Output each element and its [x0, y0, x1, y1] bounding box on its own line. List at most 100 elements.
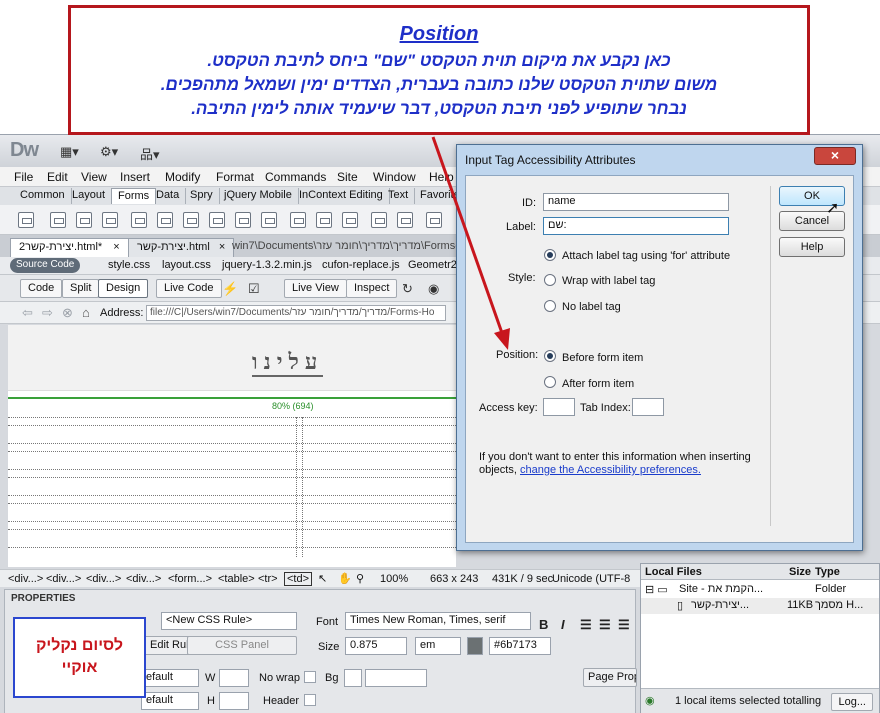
split-view-button[interactable]: Split	[62, 279, 100, 298]
related-file-style-css[interactable]: style.css	[108, 259, 150, 271]
tag-selector[interactable]: <form...>	[168, 573, 212, 585]
form-icon[interactable]	[18, 212, 34, 228]
tab-index-input[interactable]	[632, 398, 664, 416]
accessibility-preferences-link[interactable]: change the Accessibility preferences.	[520, 464, 701, 476]
menu-modify[interactable]: Modify	[165, 170, 200, 184]
globe-icon[interactable]: ◉	[428, 281, 439, 297]
forward-icon[interactable]: ⇨	[42, 305, 53, 321]
style-radio-none[interactable]	[544, 300, 556, 312]
tag-selector[interactable]: <div...>	[46, 573, 81, 585]
refresh-icon[interactable]: ↻	[402, 281, 413, 297]
style-radio-attach[interactable]	[544, 249, 556, 261]
list-item[interactable]: ▯ יצירת-קשר... 11KB מסמך H...	[641, 598, 879, 614]
tag-selector[interactable]: <div...>	[8, 573, 43, 585]
hand-icon[interactable]: ✋	[338, 572, 352, 585]
radio-icon[interactable]	[183, 212, 199, 228]
button-icon[interactable]	[342, 212, 358, 228]
align-left-icon[interactable]: ☰	[580, 617, 592, 633]
col-local-files[interactable]: Local Files	[645, 566, 702, 578]
live-view-button[interactable]: Live View	[284, 279, 347, 298]
fieldset-icon[interactable]	[397, 212, 413, 228]
gear-icon[interactable]: ⚙▾	[100, 144, 118, 160]
style-radio-wrap[interactable]	[544, 274, 556, 286]
live-code-button[interactable]: Live Code	[156, 279, 222, 298]
horz-select[interactable]: efault	[141, 669, 199, 687]
insert-tab-spry[interactable]: Spry	[184, 188, 220, 204]
label-input[interactable]: שם:	[543, 217, 729, 235]
col-size[interactable]: Size	[789, 566, 811, 578]
menu-insert[interactable]: Insert	[120, 170, 150, 184]
italic-button[interactable]: I	[561, 617, 565, 632]
position-radio-before[interactable]	[544, 350, 556, 362]
menu-window[interactable]: Window	[373, 170, 416, 184]
image-field-icon[interactable]	[290, 212, 306, 228]
vert-select[interactable]: efault	[141, 692, 199, 710]
insert-tab-text[interactable]: Text	[382, 188, 416, 204]
list-item[interactable]: ⊟ ▭ Site - הקמת את... Folder	[641, 582, 879, 598]
select-icon[interactable]	[235, 212, 251, 228]
textarea-icon[interactable]	[102, 212, 118, 228]
source-code-button[interactable]: Source Code	[10, 258, 81, 273]
close-icon[interactable]: ×	[113, 241, 119, 253]
home-icon[interactable]: ⌂	[82, 305, 90, 320]
id-input[interactable]: name	[543, 193, 729, 211]
close-icon[interactable]: ×	[219, 241, 225, 253]
access-key-input[interactable]	[543, 398, 575, 416]
height-input[interactable]	[219, 692, 249, 710]
insert-tab-data[interactable]: Data	[150, 188, 187, 204]
zoom-select[interactable]: 100%	[380, 573, 408, 585]
unit-select[interactable]: em	[415, 637, 461, 655]
bold-button[interactable]: B	[539, 617, 548, 632]
checkbox-group-icon[interactable]	[157, 212, 173, 228]
tag-selector[interactable]: <div...>	[86, 573, 121, 585]
hidden-field-icon[interactable]	[76, 212, 92, 228]
menu-view[interactable]: View	[81, 170, 107, 184]
site-icon[interactable]: 品▾	[140, 144, 160, 163]
insert-tab-incontext-editing[interactable]: InContext Editing	[293, 188, 390, 204]
design-view[interactable]: עלינו 80% (694)	[0, 325, 456, 567]
help-button[interactable]: Help	[779, 237, 845, 257]
color-swatch[interactable]	[467, 637, 483, 655]
browser-compat-icon[interactable]: ⚡	[222, 281, 238, 297]
menu-file[interactable]: File	[14, 170, 33, 184]
css-rule-select[interactable]: <New CSS Rule>	[161, 612, 297, 630]
design-view-button[interactable]: Design	[98, 279, 149, 298]
related-file-jquery[interactable]: jquery-1.3.2.min.js	[222, 259, 312, 271]
menu-commands[interactable]: Commands	[265, 170, 326, 184]
checkbox-icon[interactable]	[131, 212, 147, 228]
code-view-button[interactable]: Code	[20, 279, 63, 298]
bg-color-input[interactable]	[365, 669, 427, 687]
menu-format[interactable]: Format	[216, 170, 254, 184]
layout-icon[interactable]: ▦▾	[60, 144, 79, 160]
insert-tab-jquery-mobile[interactable]: jQuery Mobile	[218, 188, 299, 204]
related-file-layout-css[interactable]: layout.css	[162, 259, 211, 271]
insert-tab-layout[interactable]: Layout	[66, 188, 113, 204]
dialog-close-button[interactable]: ×	[814, 147, 856, 165]
header-checkbox[interactable]	[304, 694, 316, 706]
window-size[interactable]: 663 x 243	[430, 573, 478, 585]
address-input[interactable]: file:///C|/Users/win7/Documents/מדריך/מד…	[146, 305, 446, 321]
stop-icon[interactable]: ⊗	[62, 305, 73, 321]
log-button[interactable]: Log...	[831, 693, 873, 711]
col-type[interactable]: Type	[815, 566, 840, 578]
pointer-icon[interactable]: ↖	[318, 572, 327, 585]
radio-group-icon[interactable]	[209, 212, 225, 228]
tag-selector[interactable]: <tr>	[258, 573, 278, 585]
jump-menu-icon[interactable]	[261, 212, 277, 228]
check-page-icon[interactable]: ☑	[248, 281, 260, 297]
back-icon[interactable]: ⇦	[22, 305, 33, 321]
menu-site[interactable]: Site	[337, 170, 358, 184]
doc-tab-contact2[interactable]: יצירת-קשר2.html* ×	[10, 238, 129, 257]
doc-tab-contact[interactable]: יצירת-קשר.html ×	[128, 238, 235, 257]
text-field-icon[interactable]	[50, 212, 66, 228]
position-radio-after[interactable]	[544, 376, 556, 388]
page-properties-button[interactable]: Page Prope	[583, 668, 637, 687]
align-center-icon[interactable]: ☰	[599, 617, 611, 633]
spry-validation-icon[interactable]	[426, 212, 442, 228]
css-panel-button[interactable]: CSS Panel	[187, 636, 297, 655]
related-file-geometr[interactable]: Geometr2	[408, 259, 457, 271]
menu-edit[interactable]: Edit	[47, 170, 68, 184]
tag-selector[interactable]: <div...>	[126, 573, 161, 585]
related-file-cufon[interactable]: cufon-replace.js	[322, 259, 400, 271]
zoom-icon[interactable]: ⚲	[356, 572, 364, 585]
